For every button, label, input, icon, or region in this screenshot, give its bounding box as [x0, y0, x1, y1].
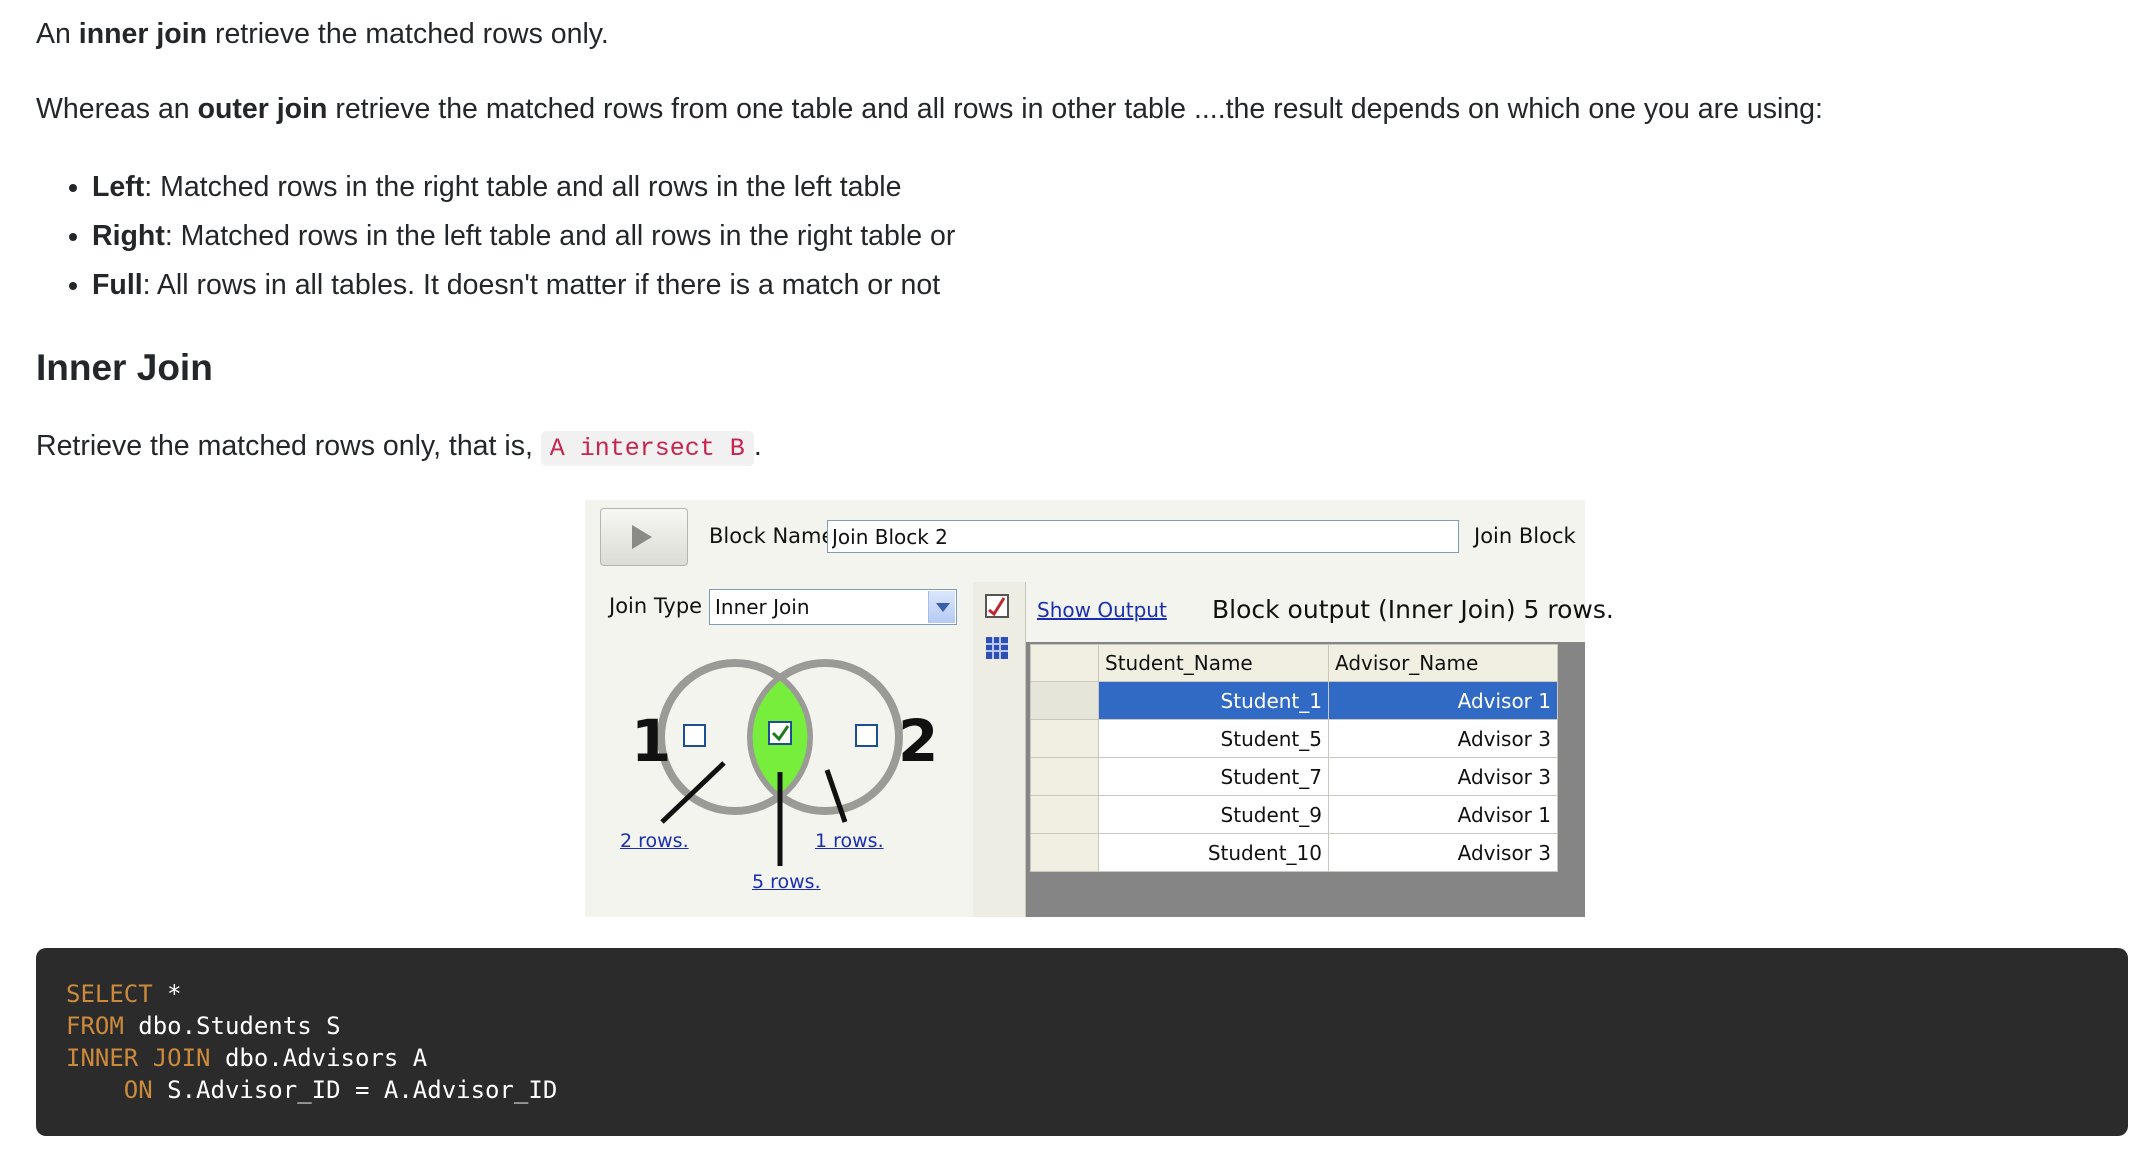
paragraph-outer-join-intro: Whereas an outer join retrieve the match… [36, 91, 1823, 128]
bullet-text: : Matched rows in the left table and all… [164, 220, 956, 252]
text: Retrieve the matched rows only, that is, [36, 430, 541, 462]
join-types-list: Left: Matched rows in the right table an… [36, 163, 955, 310]
code-line: SELECT * [66, 978, 2098, 1010]
sql-keyword: ON [123, 1076, 153, 1104]
join-block-label: Join Block [1474, 524, 1576, 548]
block-name-input[interactable] [827, 520, 1459, 553]
grid-icon[interactable] [983, 634, 1011, 662]
row-header-corner [1030, 644, 1099, 682]
bold-term: outer join [197, 93, 328, 125]
code-line: FROM dbo.Students S [66, 1010, 2098, 1042]
sql-text: dbo.Advisors A [210, 1044, 428, 1072]
table-row[interactable]: Student_5 Advisor 3 [1030, 719, 1558, 758]
chart-icon[interactable] [983, 592, 1011, 620]
sql-text: S.Advisor_ID = A.Advisor_ID [152, 1076, 558, 1104]
row-header[interactable] [1030, 833, 1099, 872]
sql-keyword: INNER JOIN [66, 1044, 211, 1072]
chevron-down-icon[interactable] [928, 591, 955, 623]
row-header[interactable] [1030, 719, 1099, 758]
row-header[interactable] [1030, 795, 1099, 834]
right-checkbox[interactable] [855, 724, 878, 747]
left-checkbox[interactable] [683, 724, 706, 747]
grid-cell[interactable]: Advisor 1 [1328, 681, 1558, 720]
text: . [753, 430, 762, 462]
right-rows-link[interactable]: 1 rows. [815, 830, 884, 852]
show-output-link[interactable]: Show Output [1037, 598, 1167, 622]
join-type-value: Inner Join [715, 595, 810, 619]
list-item: Full: All rows in all tables. It doesn't… [92, 261, 955, 310]
join-type-label: Join Type [609, 594, 703, 618]
sql-text: dbo.Students S [123, 1012, 341, 1040]
left-table-number: 1 [631, 707, 671, 775]
paragraph-inner-join-desc: Retrieve the matched rows only, that is,… [36, 428, 762, 466]
row-header[interactable] [1030, 681, 1099, 720]
center-checkbox[interactable] [768, 721, 792, 745]
bullet-text: : Matched rows in the right table and al… [144, 171, 902, 203]
text: Whereas an [36, 93, 198, 125]
sql-text: * [152, 980, 182, 1008]
block-name-label: Block Name [709, 524, 835, 548]
list-item: Right: Matched rows in the left table an… [92, 212, 955, 261]
column-header[interactable]: Student_Name [1098, 644, 1329, 682]
play-icon [632, 525, 652, 549]
text: retrieve the matched rows from one table… [327, 93, 1823, 125]
sql-keyword: SELECT [66, 980, 153, 1008]
bullet-term: Left [92, 171, 145, 203]
output-grid: Student_Name Advisor_Name Student_1 Advi… [1030, 644, 1558, 872]
grid-cell[interactable]: Student_7 [1098, 757, 1329, 796]
output-caption: Block output (Inner Join) 5 rows. [1212, 595, 1614, 624]
column-header[interactable]: Advisor_Name [1328, 644, 1558, 682]
table-row[interactable]: Student_9 Advisor 1 [1030, 795, 1558, 834]
left-rows-link[interactable]: 2 rows. [620, 830, 689, 852]
grid-cell[interactable]: Student_10 [1098, 833, 1329, 872]
bold-term: inner join [78, 18, 208, 50]
code-line: ON S.Advisor_ID = A.Advisor_ID [66, 1074, 2098, 1106]
grid-header-row: Student_Name Advisor_Name [1030, 644, 1558, 682]
right-table-number: 2 [898, 707, 938, 775]
sql-indent [66, 1076, 124, 1104]
center-rows-link[interactable]: 5 rows. [752, 871, 821, 893]
join-tool-screenshot: Block Name Join Block Join Type Inner Jo… [585, 500, 1614, 917]
grid-cell[interactable]: Student_9 [1098, 795, 1329, 834]
code-line: INNER JOIN dbo.Advisors A [66, 1042, 2098, 1074]
bullet-term: Right [92, 220, 165, 252]
inline-code: A intersect B [540, 431, 754, 466]
run-button[interactable] [600, 508, 688, 566]
paragraph-inner-join-intro: An inner join retrieve the matched rows … [36, 16, 609, 53]
grid-cell[interactable]: Advisor 3 [1328, 719, 1558, 758]
output-grid-area: Student_Name Advisor_Name Student_1 Advi… [1026, 642, 1585, 917]
grid-cell[interactable]: Advisor 1 [1328, 795, 1558, 834]
table-row[interactable]: Student_10 Advisor 3 [1030, 833, 1558, 872]
table-row[interactable]: Student_7 Advisor 3 [1030, 757, 1558, 796]
grid-cell[interactable]: Advisor 3 [1328, 833, 1558, 872]
sql-keyword: FROM [66, 1012, 124, 1040]
grid-cell[interactable]: Student_1 [1098, 681, 1329, 720]
grid-cell[interactable]: Advisor 3 [1328, 757, 1558, 796]
section-heading: Inner Join [36, 347, 213, 388]
text: retrieve the matched rows only. [207, 18, 609, 50]
sql-code-block: SELECT * FROM dbo.Students S INNER JOIN … [36, 948, 2128, 1136]
venn-diagram: 1 2 [631, 659, 938, 866]
text: An [36, 18, 79, 50]
output-toolbar [973, 582, 1026, 917]
list-item: Left: Matched rows in the right table an… [92, 163, 955, 212]
table-row[interactable]: Student_1 Advisor 1 [1030, 681, 1558, 720]
bullet-text: : All rows in all tables. It doesn't mat… [142, 269, 941, 301]
row-header[interactable] [1030, 757, 1099, 796]
grid-cell[interactable]: Student_5 [1098, 719, 1329, 758]
join-type-select[interactable]: Inner Join [709, 589, 957, 625]
bullet-term: Full [92, 269, 143, 301]
